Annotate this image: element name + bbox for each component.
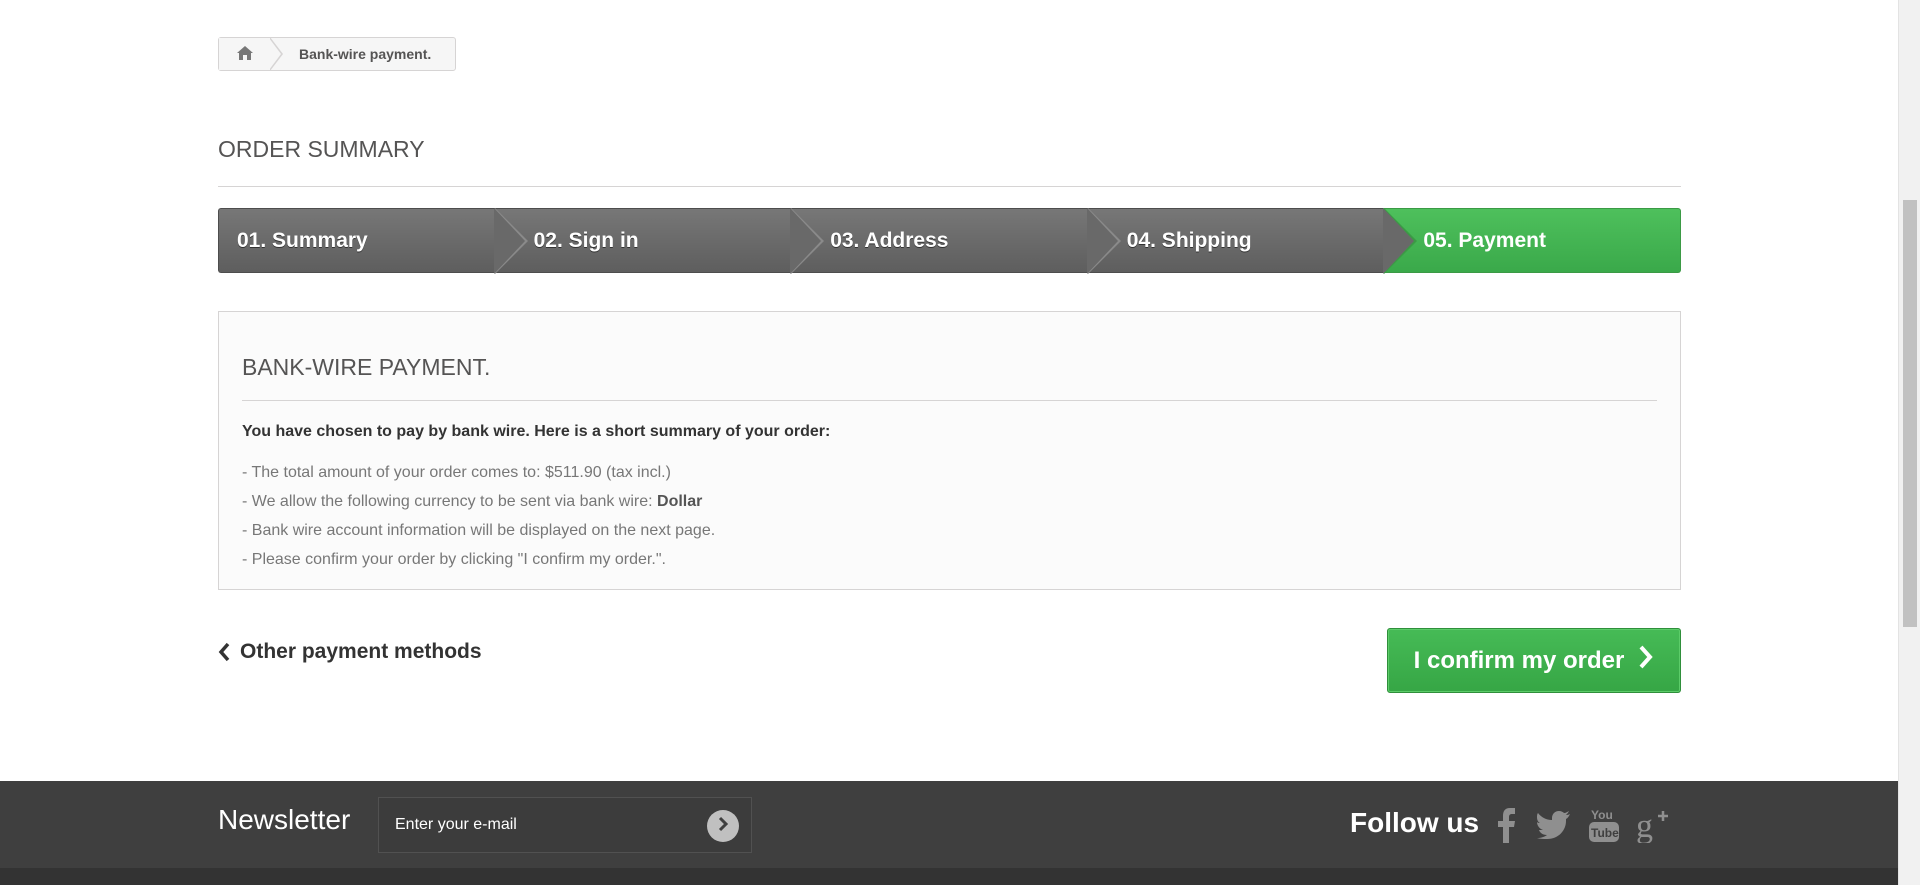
step-label: 02. Sign in	[533, 228, 639, 252]
step-payment: 05. Payment	[1383, 208, 1681, 273]
confirm-line: - Please confirm your order by clicking …	[242, 551, 666, 568]
scrollbar-thumb[interactable]	[1903, 200, 1917, 627]
confirm-label: I confirm my order	[1413, 646, 1625, 674]
payment-lead: You have chosen to pay by bank wire. Her…	[242, 423, 831, 440]
info-line: - Bank wire account information will be …	[242, 522, 716, 539]
breadcrumb-current: Bank-wire payment.	[299, 46, 432, 62]
chevron-left-icon	[218, 642, 230, 662]
currency-value: Dollar	[657, 493, 703, 510]
follow-us-title: Follow us	[1350, 807, 1480, 838]
payment-box: Bank-wire payment. You have chosen to pa…	[218, 311, 1681, 590]
newsletter-submit-button[interactable]	[707, 810, 739, 842]
svg-text:You: You	[1591, 808, 1613, 822]
svg-text:g: g	[1636, 808, 1653, 843]
page-title: Order summary	[218, 135, 1681, 188]
footer-bottom-bar	[0, 868, 1898, 885]
step-label: 01. Summary	[237, 228, 368, 252]
page-scrollbar[interactable]	[1898, 0, 1920, 885]
currency-line: - We allow the following currency to be …	[242, 487, 1657, 516]
payment-details: - The total amount of your order comes t…	[242, 458, 1657, 574]
step-address[interactable]: 03. Address	[790, 208, 1121, 274]
svg-text:Tube: Tube	[1591, 826, 1619, 840]
other-payment-methods-link[interactable]: Other payment methods	[218, 640, 482, 664]
facebook-icon[interactable]	[1486, 803, 1526, 847]
breadcrumb: Bank-wire payment.	[218, 37, 456, 71]
total-line: - The total amount of your order comes t…	[242, 464, 671, 481]
home-icon	[236, 45, 254, 64]
step-shipping[interactable]: 04. Shipping	[1086, 208, 1418, 274]
youtube-icon[interactable]: You Tube	[1584, 803, 1624, 847]
payment-title: Bank-wire payment.	[242, 354, 1657, 401]
back-label: Other payment methods	[240, 640, 482, 663]
newsletter-email-input[interactable]	[393, 815, 693, 835]
currency-prefix: - We allow the following currency to be …	[242, 493, 658, 510]
checkout-steps: 01. Summary 02. Sign in 03. Address 04. …	[218, 208, 1681, 274]
twitter-icon[interactable]	[1534, 803, 1574, 847]
newsletter-title: Newsletter	[218, 804, 351, 835]
step-sign-in[interactable]: 02. Sign in	[493, 208, 825, 274]
step-label: 03. Address	[830, 228, 949, 252]
step-label: 05. Payment	[1423, 228, 1546, 252]
chevron-right-icon	[1638, 644, 1654, 677]
newsletter-form	[378, 797, 752, 853]
arrow-right-icon	[716, 816, 730, 837]
step-summary[interactable]: 01. Summary	[218, 208, 528, 274]
confirm-order-button[interactable]: I confirm my order	[1387, 628, 1681, 693]
step-label: 04. Shipping	[1126, 228, 1252, 252]
google-plus-icon[interactable]: g	[1634, 803, 1674, 847]
breadcrumb-home-link[interactable]	[219, 37, 283, 71]
